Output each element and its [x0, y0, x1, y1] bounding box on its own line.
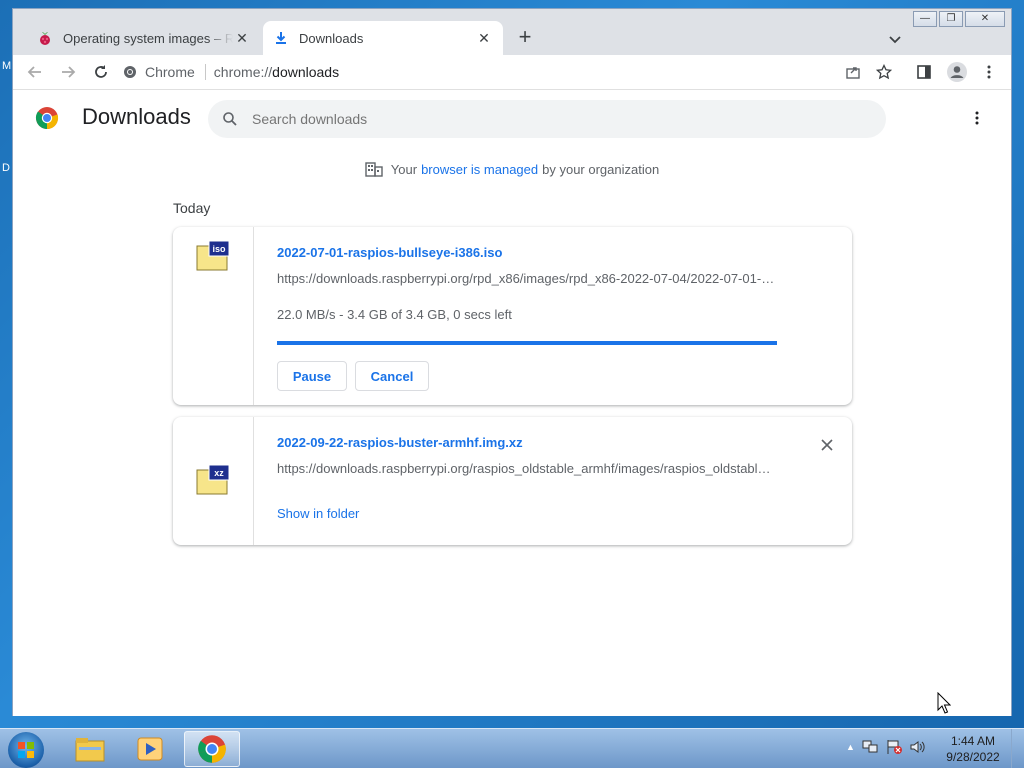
side-panel-icon[interactable] — [912, 60, 936, 84]
taskbar-media-player[interactable] — [122, 731, 178, 767]
search-icon — [223, 112, 237, 126]
iso-file-icon: iso — [196, 240, 230, 271]
tab-title: Operating system images – Raspberry Pi — [63, 30, 233, 46]
forward-button[interactable] — [56, 60, 80, 84]
show-hidden-icons-icon[interactable]: ▲ — [846, 742, 855, 752]
managed-text-before: Your — [390, 161, 418, 177]
folder-icon — [75, 738, 105, 762]
clock-time: 1:44 AM — [950, 734, 996, 748]
date-section-header: Today — [173, 200, 211, 216]
clock-date: 9/28/2022 — [946, 750, 1000, 764]
close-tab-icon[interactable]: ✕ — [233, 29, 251, 47]
search-input[interactable] — [250, 110, 854, 128]
chrome-icon — [198, 735, 226, 763]
url-path: downloads — [272, 64, 340, 80]
raspberry-icon — [37, 30, 53, 46]
browser-window: Operating system images – Raspberry Pi ✕… — [12, 8, 1012, 716]
page-header: Downloads — [13, 90, 1011, 146]
action-center-flag-icon[interactable] — [885, 739, 903, 755]
close-window-button[interactable]: ✕ — [965, 11, 1005, 27]
download-item: iso 2022-07-01-raspios-bullseye-i386.iso… — [173, 227, 852, 405]
show-in-folder-link[interactable]: Show in folder — [277, 506, 359, 521]
chrome-logo-icon — [35, 106, 59, 130]
more-actions-icon[interactable] — [969, 110, 985, 126]
file-icon-column: iso — [173, 227, 254, 405]
managed-link[interactable]: browser is managed — [421, 162, 538, 177]
close-tab-icon[interactable]: ✕ — [475, 29, 493, 47]
managed-notice: Your browser is managed by your organiza… — [13, 161, 1011, 177]
xz-file-icon: xz — [196, 464, 230, 495]
taskbar-clock[interactable]: 1:44 AM 9/28/2022 — [936, 733, 1010, 765]
taskbar-chrome[interactable] — [184, 731, 240, 767]
share-icon[interactable] — [841, 60, 865, 84]
file-name-link[interactable]: 2022-09-22-raspios-buster-armhf.img.xz — [277, 435, 523, 450]
tab-title: Downloads — [299, 30, 364, 46]
bookmark-star-icon[interactable] — [872, 60, 896, 84]
window-caption-buttons: — ❐ ✕ — [911, 11, 1005, 27]
remove-from-list-icon[interactable] — [819, 437, 835, 453]
taskbar-explorer[interactable] — [62, 731, 118, 767]
network-icon[interactable] — [861, 739, 879, 755]
tab-search-chevron-icon[interactable] — [885, 29, 905, 49]
windows-logo-icon — [18, 742, 34, 758]
taskbar: ▲ 1:44 AM 9/28/2022 — [0, 728, 1024, 768]
back-button[interactable] — [23, 60, 47, 84]
reload-button[interactable] — [89, 60, 113, 84]
page-title: Downloads — [82, 104, 191, 129]
mouse-cursor-icon — [937, 691, 952, 719]
tab-raspberry-pi[interactable]: Operating system images – Raspberry Pi ✕ — [27, 21, 261, 55]
tab-downloads[interactable]: Downloads ✕ — [263, 21, 503, 55]
browser-toolbar: Chrome chrome://downloads — [13, 55, 1011, 90]
site-chip[interactable]: Chrome — [123, 64, 206, 80]
minimize-button[interactable]: — — [913, 11, 937, 27]
svg-text:iso: iso — [212, 244, 226, 254]
profile-avatar-icon[interactable] — [945, 60, 969, 84]
file-url[interactable]: https://downloads.raspberrypi.org/raspio… — [277, 461, 777, 476]
download-progress-bar — [277, 341, 777, 345]
volume-icon[interactable] — [909, 739, 927, 755]
download-item: xz 2022-09-22-raspios-buster-armhf.img.x… — [173, 417, 852, 545]
progress-fill — [277, 341, 777, 345]
chrome-icon — [124, 66, 136, 78]
system-tray: ▲ — [846, 739, 927, 755]
download-icon — [273, 30, 289, 46]
desktop-label-mid: D — [2, 162, 10, 174]
file-name-link[interactable]: 2022-07-01-raspios-bullseye-i386.iso — [277, 245, 502, 260]
downloads-page: Downloads Your browser is managed by you… — [13, 90, 1011, 716]
address-bar[interactable]: Chrome chrome://downloads — [123, 59, 883, 85]
file-url[interactable]: https://downloads.raspberrypi.org/rpd_x8… — [277, 271, 777, 286]
file-icon-column: xz — [173, 417, 254, 545]
managed-text-after: by your organization — [542, 161, 660, 177]
building-icon — [365, 162, 383, 177]
restore-button[interactable]: ❐ — [939, 11, 963, 27]
tab-strip: Operating system images – Raspberry Pi ✕… — [13, 9, 1011, 55]
svg-text:xz: xz — [214, 468, 224, 478]
download-status: 22.0 MB/s - 3.4 GB of 3.4 GB, 0 secs lef… — [277, 307, 512, 322]
media-player-icon — [137, 737, 163, 761]
url-scheme: chrome:// — [213, 64, 273, 80]
desktop-label-top: M — [2, 60, 12, 72]
start-button[interactable] — [8, 732, 44, 768]
show-desktop-button[interactable] — [1011, 729, 1024, 768]
browser-menu-icon[interactable] — [977, 60, 1001, 84]
new-tab-button[interactable]: + — [513, 26, 537, 49]
search-bar — [208, 100, 886, 138]
cancel-button[interactable]: Cancel — [355, 361, 429, 391]
site-chip-label: Chrome — [145, 64, 195, 80]
pause-button[interactable]: Pause — [277, 361, 347, 391]
